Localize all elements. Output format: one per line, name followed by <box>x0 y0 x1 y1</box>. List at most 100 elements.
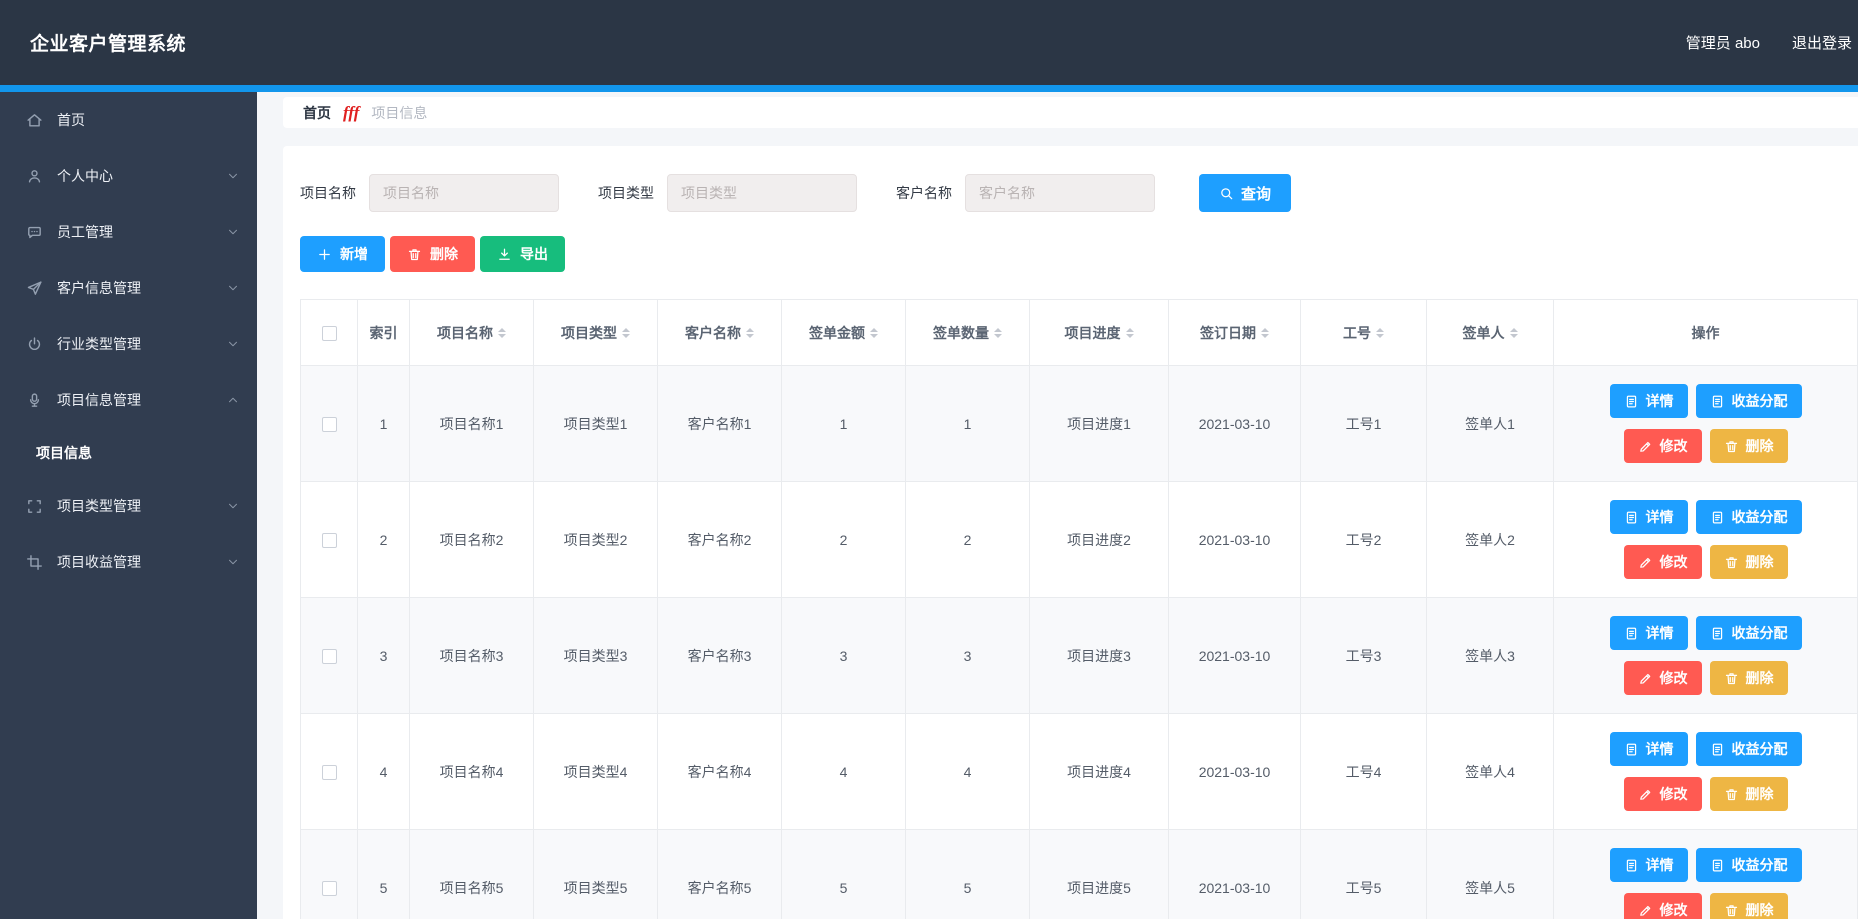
search-field-label: 项目名称 <box>300 183 356 203</box>
sort-icon[interactable] <box>498 328 506 338</box>
detail-button[interactable]: 详情 <box>1610 616 1688 650</box>
search-input[interactable] <box>965 174 1155 212</box>
chevron-icon <box>227 338 239 350</box>
search-icon <box>1219 186 1234 201</box>
detail-button[interactable]: 详情 <box>1610 848 1688 882</box>
row-checkbox[interactable] <box>322 649 337 664</box>
select-all-header-cell <box>301 300 358 366</box>
cell-sign-amount: 2 <box>782 482 906 598</box>
sidebar-item-label: 员工管理 <box>57 222 113 242</box>
sort-icon[interactable] <box>994 328 1002 338</box>
cell-project-type: 项目类型4 <box>534 714 658 830</box>
current-user-label[interactable]: 管理员 abo <box>1686 32 1760 53</box>
sort-icon[interactable] <box>1126 328 1134 338</box>
export-button[interactable]: 导出 <box>480 236 565 272</box>
cell-project-type: 项目类型2 <box>534 482 658 598</box>
trash-icon <box>1724 671 1739 686</box>
row-delete-button[interactable]: 删除 <box>1710 893 1788 919</box>
batch-delete-button[interactable]: 删除 <box>390 236 475 272</box>
profit-allocation-button[interactable]: 收益分配 <box>1696 500 1802 534</box>
sort-icon[interactable] <box>870 328 878 338</box>
sidebar-item[interactable]: 行业类型管理 <box>0 316 257 372</box>
cell-index: 4 <box>358 714 410 830</box>
edit-button[interactable]: 修改 <box>1624 429 1702 463</box>
sidebar-item[interactable]: 个人中心 <box>0 148 257 204</box>
row-delete-button[interactable]: 删除 <box>1710 429 1788 463</box>
doc-icon <box>1624 510 1639 525</box>
row-checkbox[interactable] <box>322 417 337 432</box>
cell-actions: 详情 收益分配 <box>1554 598 1858 714</box>
chevron-icon <box>227 500 239 512</box>
row-delete-button[interactable]: 删除 <box>1710 545 1788 579</box>
sort-icon[interactable] <box>746 328 754 338</box>
sidebar-item-icon <box>26 168 43 185</box>
search-field-group: 客户名称 <box>896 174 1194 212</box>
profit-allocation-button[interactable]: 收益分配 <box>1696 616 1802 650</box>
sidebar-item-label: 首页 <box>57 110 85 130</box>
doc-icon <box>1710 858 1725 873</box>
sort-icon[interactable] <box>622 328 630 338</box>
edit-button[interactable]: 修改 <box>1624 661 1702 695</box>
edit-button[interactable]: 修改 <box>1624 545 1702 579</box>
plus-icon <box>317 247 332 262</box>
select-all-checkbox[interactable] <box>322 326 337 341</box>
doc-icon <box>1710 394 1725 409</box>
sidebar-item[interactable]: 员工管理 <box>0 204 257 260</box>
search-input[interactable] <box>369 174 559 212</box>
column-header-label: 索引 <box>370 323 398 343</box>
pencil-icon <box>1638 671 1653 686</box>
detail-button[interactable]: 详情 <box>1610 384 1688 418</box>
edit-button[interactable]: 修改 <box>1624 777 1702 811</box>
column-header-label: 客户名称 <box>685 323 741 343</box>
header-right: 管理员 abo 退出登录 <box>1686 32 1854 53</box>
table-row: 3 项目名称3 项目类型3 客户名称3 3 3 项目进度3 2021-03-10… <box>301 598 1858 714</box>
search-input[interactable] <box>667 174 857 212</box>
add-button[interactable]: 新增 <box>300 236 385 272</box>
detail-button[interactable]: 详情 <box>1610 500 1688 534</box>
cell-worker-id: 工号5 <box>1301 830 1427 919</box>
profit-allocation-button[interactable]: 收益分配 <box>1696 848 1802 882</box>
sidebar-item-icon <box>26 498 43 515</box>
sidebar-item-label: 客户信息管理 <box>57 278 141 298</box>
top-header: 企业客户管理系统 管理员 abo 退出登录 <box>0 0 1858 85</box>
trash-icon <box>1724 787 1739 802</box>
chevron-icon <box>227 282 239 294</box>
column-header-label: 签单金额 <box>809 323 865 343</box>
table-row: 1 项目名称1 项目类型1 客户名称1 1 1 项目进度1 2021-03-10… <box>301 366 1858 482</box>
sidebar-item[interactable]: 客户信息管理 <box>0 260 257 316</box>
cell-index: 3 <box>358 598 410 714</box>
header-accent-strip <box>0 85 1858 92</box>
profit-allocation-button[interactable]: 收益分配 <box>1696 384 1802 418</box>
profit-allocation-button[interactable]: 收益分配 <box>1696 732 1802 766</box>
sidebar-item[interactable]: 项目信息管理 <box>0 372 257 428</box>
cell-customer-name: 客户名称5 <box>658 830 782 919</box>
column-header: 项目名称 <box>410 300 534 366</box>
query-button[interactable]: 查询 <box>1199 174 1291 212</box>
detail-button[interactable]: 详情 <box>1610 732 1688 766</box>
search-field-group: 项目类型 <box>598 174 896 212</box>
cell-project-progress: 项目进度1 <box>1030 366 1169 482</box>
column-header: 签单金额 <box>782 300 906 366</box>
row-checkbox[interactable] <box>322 881 337 896</box>
cell-project-type: 项目类型3 <box>534 598 658 714</box>
row-checkbox[interactable] <box>322 533 337 548</box>
row-delete-button[interactable]: 删除 <box>1710 661 1788 695</box>
sidebar-item[interactable]: 首页 <box>0 92 257 148</box>
sort-icon[interactable] <box>1510 328 1518 338</box>
main-content: 首页 fff 项目信息 项目名称 <box>257 92 1858 919</box>
column-header: 签单数量 <box>906 300 1030 366</box>
column-header-label: 项目名称 <box>437 323 493 343</box>
sidebar-item-icon <box>26 112 43 129</box>
breadcrumb-home-link[interactable]: 首页 <box>303 103 331 123</box>
row-delete-button[interactable]: 删除 <box>1710 777 1788 811</box>
logout-link[interactable]: 退出登录 <box>1792 32 1852 53</box>
sort-icon[interactable] <box>1261 328 1269 338</box>
sort-icon[interactable] <box>1376 328 1384 338</box>
sidebar-item[interactable]: 项目收益管理 <box>0 534 257 590</box>
row-checkbox[interactable] <box>322 765 337 780</box>
edit-button[interactable]: 修改 <box>1624 893 1702 919</box>
sidebar-item-label: 个人中心 <box>57 166 113 186</box>
sidebar-item[interactable]: 项目类型管理 <box>0 478 257 534</box>
breadcrumb-separator-icon: fff <box>343 103 359 123</box>
sidebar-item[interactable]: 项目信息 <box>0 428 257 478</box>
